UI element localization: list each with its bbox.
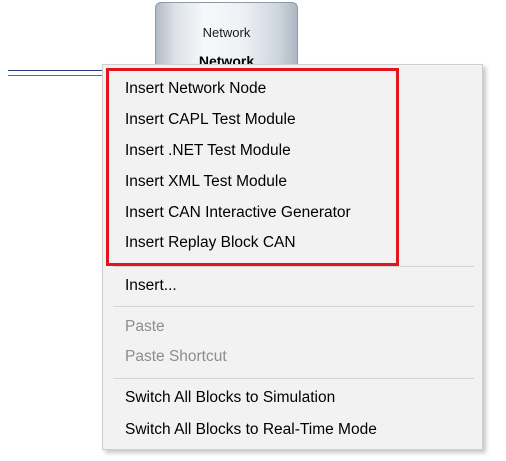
menu-item-insert-network-node[interactable]: Insert Network Node xyxy=(125,76,266,102)
context-menu: Insert Network Node Insert CAPL Test Mod… xyxy=(102,64,483,450)
menu-separator xyxy=(113,266,474,267)
menu-item-paste-shortcut[interactable]: Paste Shortcut xyxy=(125,344,227,370)
menu-item-insert-xml-test-module[interactable]: Insert XML Test Module xyxy=(125,169,287,195)
menu-separator xyxy=(113,306,474,307)
menu-item-insert-capl-test-module[interactable]: Insert CAPL Test Module xyxy=(125,107,296,133)
menu-item-insert-dotnet-test-module[interactable]: Insert .NET Test Module xyxy=(125,138,291,164)
bus-line-blue xyxy=(8,70,110,71)
network-block-label: Network xyxy=(202,25,251,40)
menu-separator xyxy=(113,378,474,379)
menu-item-insert-can-interactive-generator[interactable]: Insert CAN Interactive Generator xyxy=(125,200,351,226)
menu-item-insert-replay-block-can[interactable]: Insert Replay Block CAN xyxy=(125,230,296,256)
menu-item-insert-more[interactable]: Insert... xyxy=(125,273,177,299)
menu-item-switch-realtime[interactable]: Switch All Blocks to Real-Time Mode xyxy=(125,417,377,443)
menu-item-switch-simulation[interactable]: Switch All Blocks to Simulation xyxy=(125,385,335,411)
network-block[interactable]: Network Network xyxy=(155,2,298,69)
bus-line-red xyxy=(8,75,110,76)
menu-item-paste[interactable]: Paste xyxy=(125,314,165,340)
